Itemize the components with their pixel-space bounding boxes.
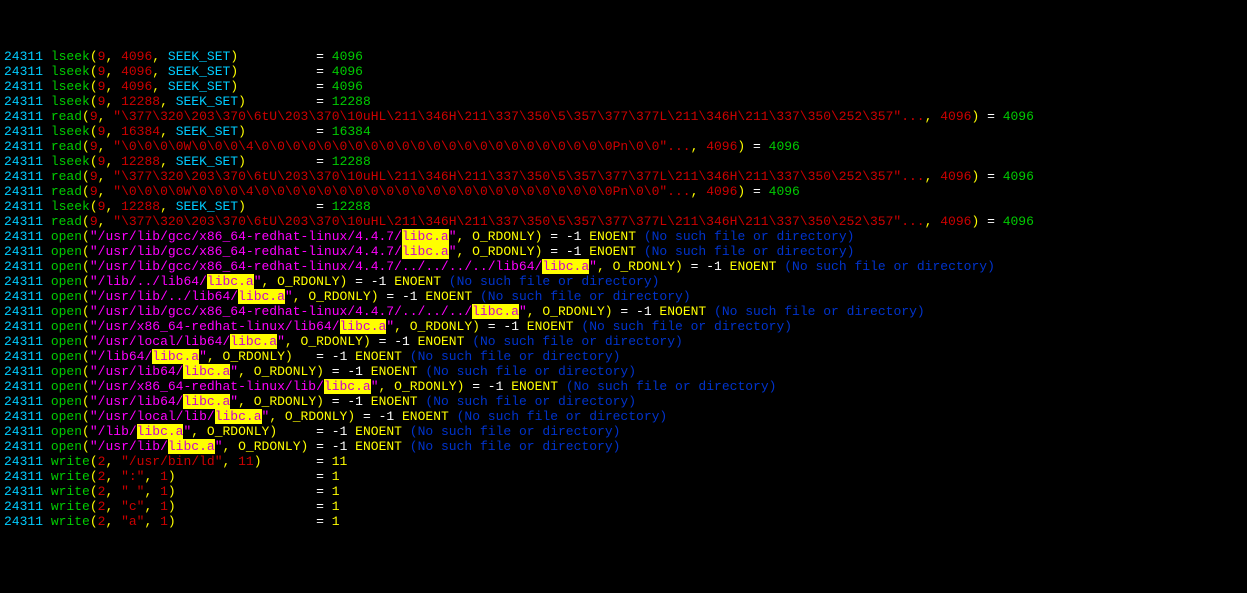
trace-line: 24311 read(9, "\377\320\203\370\6tU\203\… [4, 169, 1247, 184]
trace-line: 24311 lseek(9, 12288, SEEK_SET) = 12288 [4, 199, 1247, 214]
trace-line: 24311 open("/lib/libc.a", O_RDONLY) = -1… [4, 424, 1247, 439]
trace-line: 24311 write(2, " ", 1) = 1 [4, 484, 1247, 499]
trace-line: 24311 open("/usr/lib/gcc/x86_64-redhat-l… [4, 304, 1247, 319]
highlight-match: libc.a [137, 424, 184, 439]
trace-line: 24311 open("/usr/local/lib/libc.a", O_RD… [4, 409, 1247, 424]
trace-line: 24311 open("/usr/lib/../lib64/libc.a", O… [4, 289, 1247, 304]
trace-line: 24311 open("/usr/lib/libc.a", O_RDONLY) … [4, 439, 1247, 454]
trace-line: 24311 open("/usr/x86_64-redhat-linux/lib… [4, 379, 1247, 394]
trace-line: 24311 lseek(9, 4096, SEEK_SET) = 4096 [4, 64, 1247, 79]
trace-line: 24311 read(9, "\0\0\0\0W\0\0\0\4\0\0\0\0… [4, 139, 1247, 154]
trace-line: 24311 read(9, "\377\320\203\370\6tU\203\… [4, 214, 1247, 229]
trace-line: 24311 lseek(9, 12288, SEEK_SET) = 12288 [4, 154, 1247, 169]
highlight-match: libc.a [183, 364, 230, 379]
highlight-match: libc.a [340, 319, 387, 334]
trace-line: 24311 lseek(9, 16384, SEEK_SET) = 16384 [4, 124, 1247, 139]
highlight-match: libc.a [168, 439, 215, 454]
trace-line: 24311 open("/usr/lib/gcc/x86_64-redhat-l… [4, 259, 1247, 274]
trace-line: 24311 open("/usr/lib64/libc.a", O_RDONLY… [4, 394, 1247, 409]
trace-line: 24311 write(2, "a", 1) = 1 [4, 514, 1247, 529]
trace-line: 24311 open("/usr/lib64/libc.a", O_RDONLY… [4, 364, 1247, 379]
trace-line: 24311 lseek(9, 4096, SEEK_SET) = 4096 [4, 79, 1247, 94]
highlight-match: libc.a [324, 379, 371, 394]
strace-output: 24311 lseek(9, 4096, SEEK_SET) = 4096243… [4, 49, 1247, 529]
highlight-match: libc.a [183, 394, 230, 409]
highlight-match: libc.a [230, 334, 277, 349]
highlight-match: libc.a [215, 409, 262, 424]
highlight-match: libc.a [402, 244, 449, 259]
highlight-match: libc.a [542, 259, 589, 274]
trace-line: 24311 open("/usr/lib/gcc/x86_64-redhat-l… [4, 244, 1247, 259]
trace-line: 24311 lseek(9, 4096, SEEK_SET) = 4096 [4, 49, 1247, 64]
highlight-match: libc.a [207, 274, 254, 289]
trace-line: 24311 read(9, "\0\0\0\0W\0\0\0\4\0\0\0\0… [4, 184, 1247, 199]
trace-line: 24311 lseek(9, 12288, SEEK_SET) = 12288 [4, 94, 1247, 109]
trace-line: 24311 open("/usr/local/lib64/libc.a", O_… [4, 334, 1247, 349]
highlight-match: libc.a [152, 349, 199, 364]
highlight-match: libc.a [402, 229, 449, 244]
trace-line: 24311 write(2, ":", 1) = 1 [4, 469, 1247, 484]
highlight-match: libc.a [238, 289, 285, 304]
trace-line: 24311 write(2, "/usr/bin/ld", 11) = 11 [4, 454, 1247, 469]
trace-line: 24311 open("/lib/../lib64/libc.a", O_RDO… [4, 274, 1247, 289]
trace-line: 24311 open("/usr/x86_64-redhat-linux/lib… [4, 319, 1247, 334]
trace-line: 24311 read(9, "\377\320\203\370\6tU\203\… [4, 109, 1247, 124]
trace-line: 24311 open("/lib64/libc.a", O_RDONLY) = … [4, 349, 1247, 364]
trace-line: 24311 write(2, "c", 1) = 1 [4, 499, 1247, 514]
trace-line: 24311 open("/usr/lib/gcc/x86_64-redhat-l… [4, 229, 1247, 244]
highlight-match: libc.a [472, 304, 519, 319]
